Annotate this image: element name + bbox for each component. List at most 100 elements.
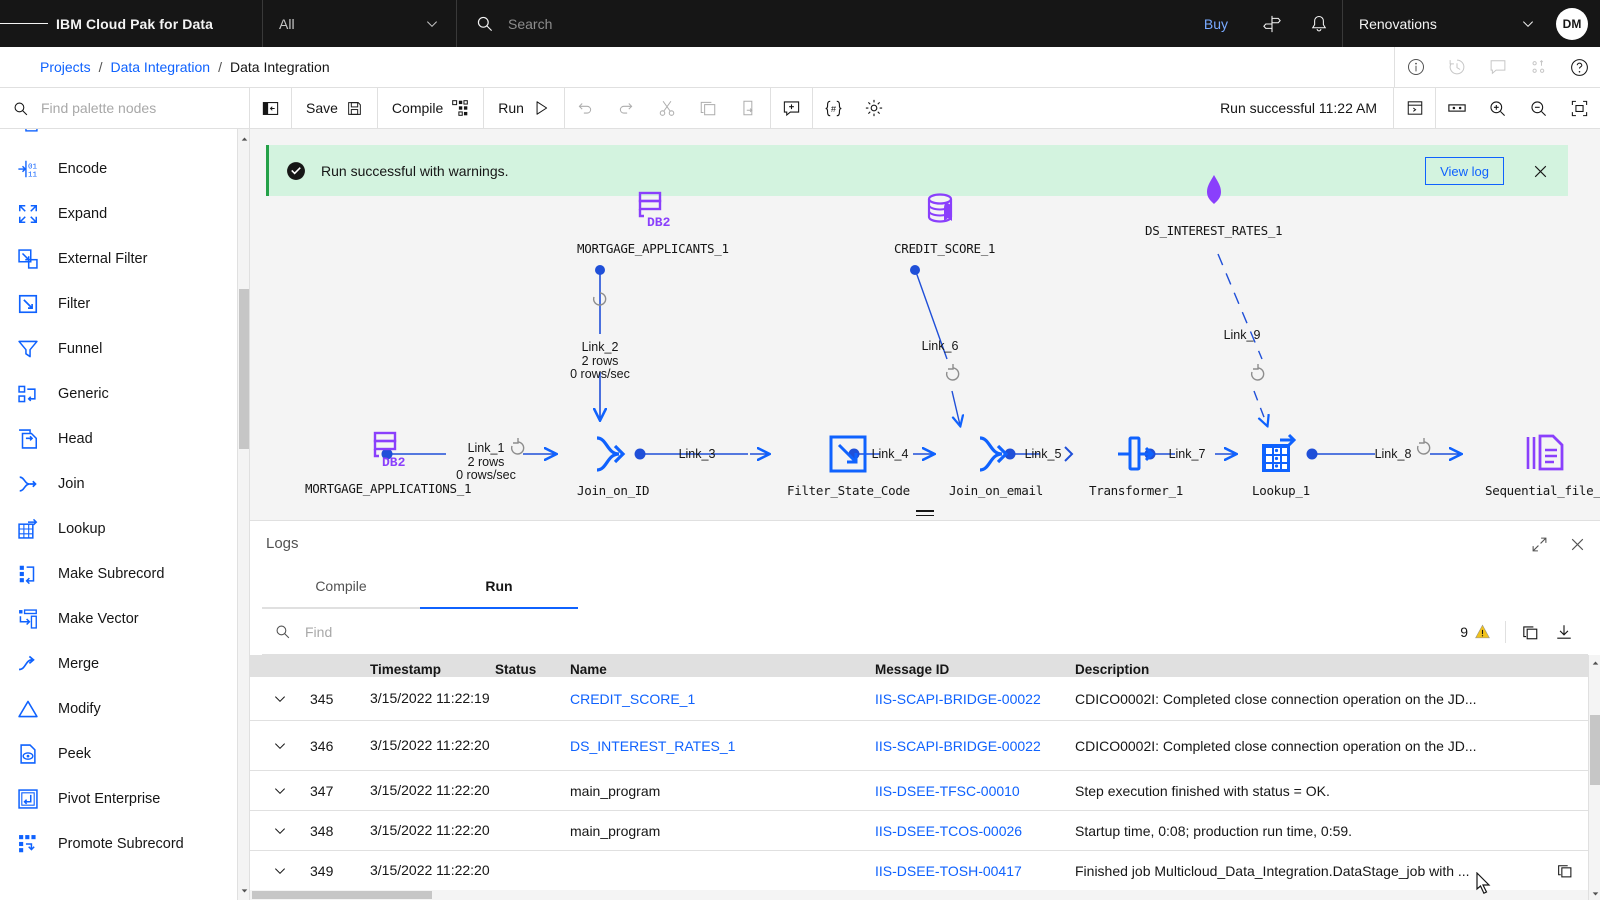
row-message-id[interactable]: IIS-DSEE-TFSC-00010 [875,783,1075,799]
add-comment-icon[interactable] [771,88,812,129]
palette-item-promote-subrecord[interactable]: Promote Subrecord [0,821,238,866]
fit-to-width-icon[interactable] [1436,88,1477,129]
palette-item-funnel[interactable]: Funnel [0,326,238,371]
zoom-in-icon[interactable] [1477,88,1518,129]
canvas-node-ds-interest-rates-1[interactable]: DS_INTEREST_RATES_1 [1145,171,1283,238]
palette-scrollbar-thumb[interactable] [239,289,249,449]
chevron-down-icon[interactable] [250,863,310,879]
product-brand[interactable]: IBM Cloud Pak for Data [48,16,213,32]
canvas-node-mortgage-applicants-1[interactable]: DB2 MORTGAGE_APPLICANTS_1 [577,189,729,256]
paste-icon[interactable] [729,88,770,129]
row-message-id[interactable]: IIS-SCAPI-BRIDGE-00022 [875,738,1075,754]
copy-icon[interactable] [1554,861,1574,881]
scroll-down-icon[interactable] [238,882,249,898]
palette-item-external-filter[interactable]: External Filter [0,236,238,281]
column-timestamp[interactable]: Timestamp [370,661,495,678]
open-panel-icon[interactable] [1394,88,1435,129]
gear-icon[interactable] [854,88,895,129]
save-button[interactable]: Save [292,88,377,129]
palette-item-pivot-enterprise[interactable]: Pivot Enterprise [0,776,238,821]
canvas-node-join-on-email[interactable]: Join_on_email [949,431,1043,498]
row-message-id[interactable]: IIS-DSEE-TOSH-00417 [875,863,1075,879]
canvas-node-credit-score-1[interactable]: CREDIT_SCORE_1 [894,189,995,256]
run-button[interactable]: Run [484,88,564,129]
table-row[interactable]: 347 3/15/2022 11:22:20 main_program IIS-… [250,771,1600,811]
close-icon[interactable] [1566,533,1588,555]
comment-icon[interactable] [1477,47,1518,88]
palette-item-expand[interactable]: Expand [0,191,238,236]
hamburger-menu-icon[interactable] [0,0,48,47]
avatar[interactable]: DM [1556,7,1588,40]
global-search[interactable]: Search [457,0,1184,47]
palette-item-peek[interactable]: Peek [0,731,238,776]
canvas-node-lookup-1[interactable]: Lookup_1 [1252,431,1310,498]
breadcrumb-item-data-integration[interactable]: Data Integration [110,59,210,75]
copy-icon[interactable] [688,88,729,129]
column-description[interactable]: Description [1075,662,1600,677]
logs-horizontal-scrollbar[interactable] [250,890,1588,900]
column-message-id[interactable]: Message ID [875,662,1075,677]
canvas-node-join-on-id[interactable]: Join_on_ID [577,431,650,498]
search-scope-select[interactable]: All [262,0,457,47]
row-name[interactable]: DS_INTEREST_RATES_1 [570,738,875,754]
logs-find-input[interactable]: Find [305,624,332,640]
palette-item-difference[interactable]: 10 Difference [0,129,238,146]
flow-canvas[interactable]: Run successful with warnings. View log D… [250,129,1600,520]
table-row[interactable]: 348 3/15/2022 11:22:20 main_program IIS-… [250,811,1600,851]
table-row[interactable]: 346 3/15/2022 11:22:20 DS_INTEREST_RATES… [250,721,1600,771]
palette-item-lookup[interactable]: Lookup [0,506,238,551]
chevron-down-icon[interactable] [250,823,310,839]
copy-icon[interactable] [1520,622,1540,642]
palette-scrollbar[interactable] [237,129,249,900]
palette-item-filter[interactable]: Filter [0,281,238,326]
palette-item-encode[interactable]: 01 11 Encode [0,146,238,191]
information-icon[interactable] [1395,47,1436,88]
cut-icon[interactable] [647,88,688,129]
palette-item-head[interactable]: Head [0,416,238,461]
scroll-up-icon[interactable] [238,131,249,147]
account-select[interactable]: Renovations [1342,0,1552,47]
redo-icon[interactable] [606,88,647,129]
palette-item-generic[interactable]: Generic [0,371,238,416]
zoom-out-icon[interactable] [1518,88,1559,129]
maximize-icon[interactable] [1528,533,1550,555]
parameters-icon[interactable]: # [813,88,854,129]
help-icon[interactable] [1559,47,1600,88]
download-icon[interactable] [1554,622,1574,642]
tab-run[interactable]: Run [420,565,578,609]
scroll-down-icon[interactable] [1589,886,1600,900]
breadcrumb-item-projects[interactable]: Projects [40,59,91,75]
zoom-to-fit-icon[interactable] [1559,88,1600,129]
signpost-icon[interactable] [1248,0,1295,47]
logs-scrollbar-thumb[interactable] [1590,715,1600,785]
chevron-down-icon[interactable] [250,691,310,707]
logs-vertical-scrollbar[interactable] [1588,655,1600,900]
collapse-panel-icon[interactable] [250,88,291,129]
column-name[interactable]: Name [570,662,875,677]
palette-search-input[interactable]: Find palette nodes [0,87,250,129]
chevron-down-icon[interactable] [250,738,310,754]
canvas-node-filter-state-code[interactable]: Filter_State_Code [787,431,910,498]
table-row[interactable]: 345 3/15/2022 11:22:19 CREDIT_SCORE_1 II… [250,677,1600,721]
tab-compile[interactable]: Compile [262,565,420,609]
bell-icon[interactable] [1295,0,1342,47]
canvas-node-transformer-1[interactable]: Transformer_1 [1089,431,1183,498]
column-status[interactable]: Status [495,662,570,677]
palette-item-modify[interactable]: Modify [0,686,238,731]
row-message-id[interactable]: IIS-SCAPI-BRIDGE-00022 [875,691,1075,707]
row-message-id[interactable]: IIS-DSEE-TCOS-00026 [875,823,1075,839]
compile-button[interactable]: Compile [378,88,483,129]
row-name[interactable]: CREDIT_SCORE_1 [570,691,875,707]
undo-icon[interactable] [565,88,606,129]
canvas-node-mortgage-applications-1[interactable]: DB2 MORTGAGE_APPLICATIONS_1 [305,429,472,496]
chevron-down-icon[interactable] [250,783,310,799]
logs-warning-count[interactable]: 9 [1460,623,1491,640]
buy-button[interactable]: Buy [1184,0,1248,47]
palette-item-make-subrecord[interactable]: Make Subrecord [0,551,238,596]
palette-item-merge[interactable]: Merge [0,641,238,686]
data-quality-icon[interactable] [1518,47,1559,88]
table-row[interactable]: 349 3/15/2022 11:22:20 IIS-DSEE-TOSH-004… [250,851,1600,891]
canvas-resize-handle[interactable] [916,510,934,518]
logs-hscrollbar-thumb[interactable] [252,891,432,899]
palette-item-make-vector[interactable]: Make Vector [0,596,238,641]
